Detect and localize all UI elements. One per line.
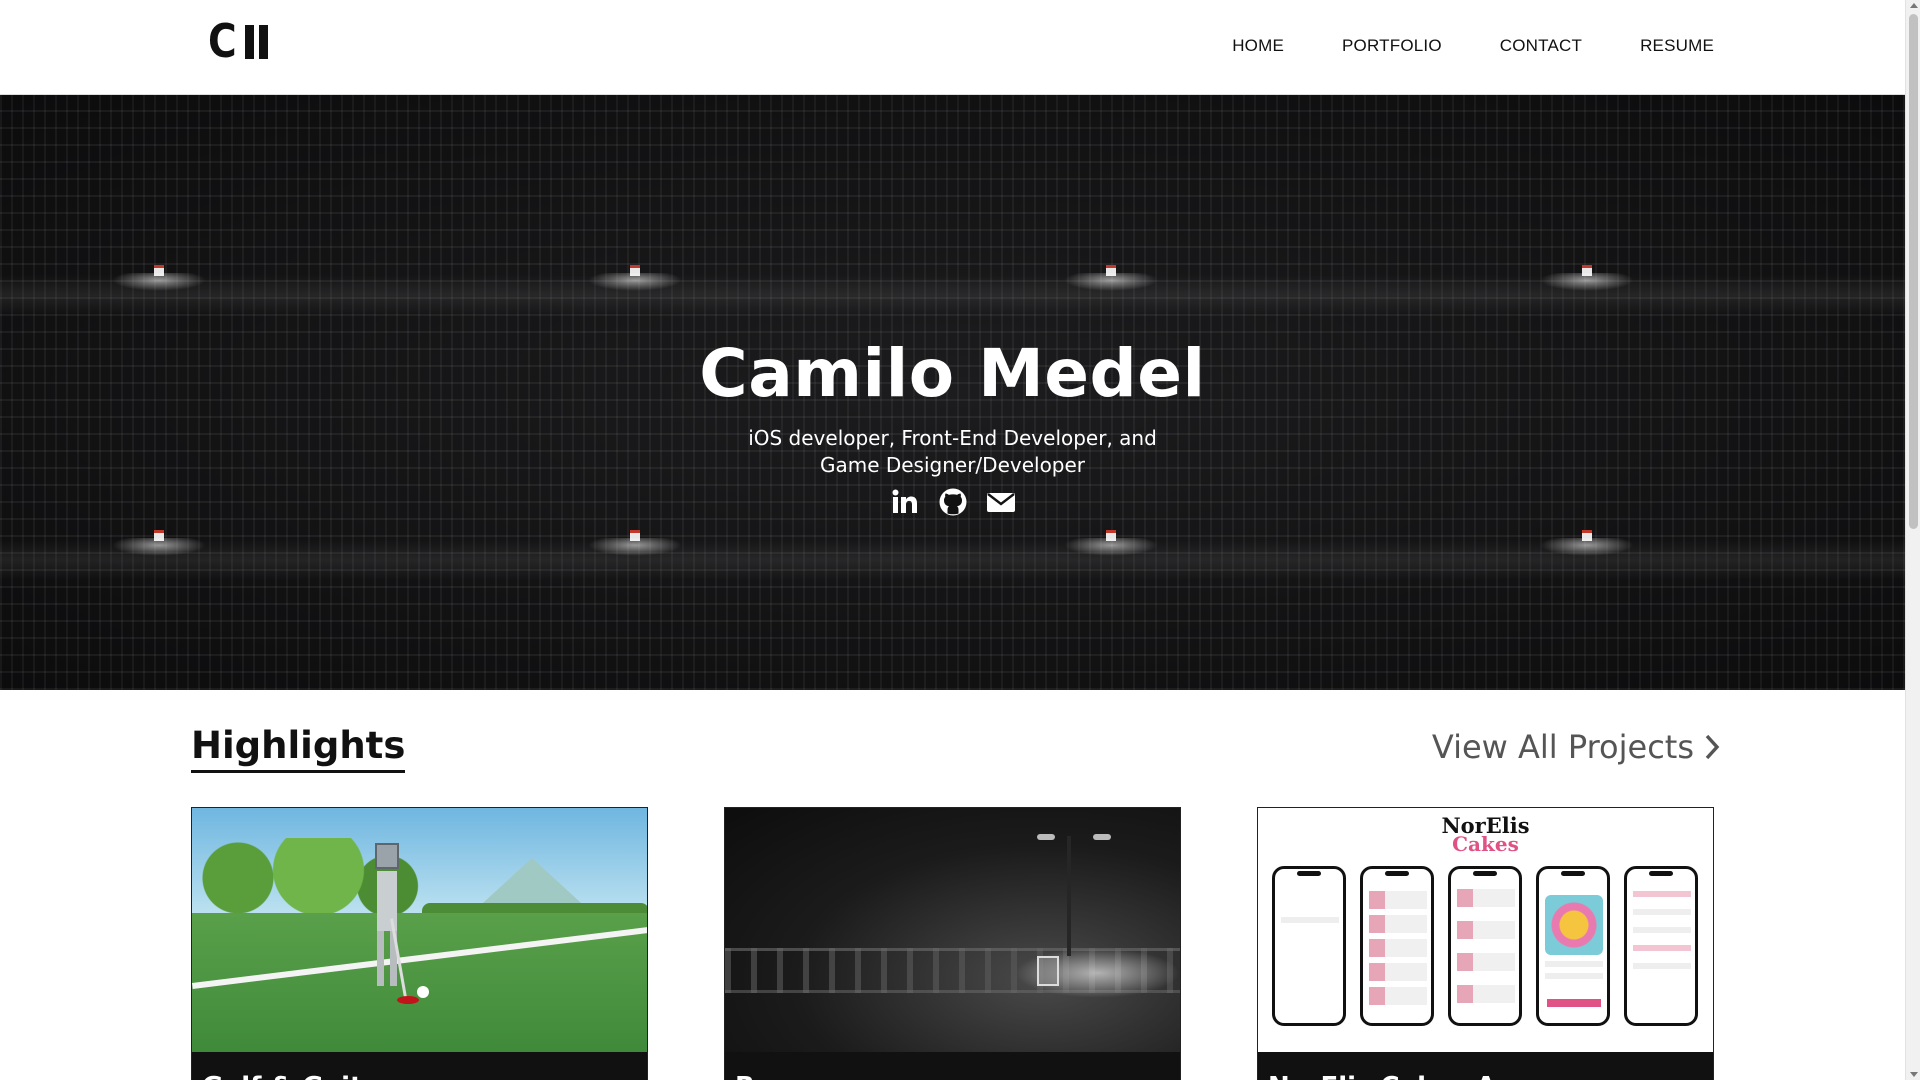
phone-mockup <box>1448 866 1522 1026</box>
project-card-golf[interactable]: Golf & Gait <box>191 807 648 1080</box>
phone-mockup <box>1360 866 1434 1026</box>
project-caption: Golf & Gait <box>192 1052 647 1080</box>
project-card-run[interactable]: Run <box>724 807 1181 1080</box>
cakes-logo-line2: Cakes <box>1452 832 1519 856</box>
view-all-label: View All Projects <box>1431 728 1694 766</box>
phone-mockup <box>1536 866 1610 1026</box>
nav-portfolio-link[interactable]: PORTFOLIO <box>1342 36 1442 56</box>
logo-bar-2 <box>258 25 268 59</box>
chevron-right-icon <box>1705 734 1720 760</box>
street-lamp <box>1064 265 1158 291</box>
linkedin-icon[interactable] <box>890 487 920 517</box>
street-lamp <box>112 265 206 291</box>
hero-banner: Camilo Medel iOS developer, Front-End De… <box>0 95 1905 690</box>
logo-letter: C <box>208 14 237 68</box>
street-lamp <box>112 530 206 556</box>
street-lamp <box>588 265 682 291</box>
logo-bar-1 <box>244 25 254 59</box>
nav-home-link[interactable]: HOME <box>1232 36 1284 56</box>
scroll-down-arrow-icon[interactable] <box>1910 1072 1918 1077</box>
street-lamp <box>1540 530 1634 556</box>
navbar: C HOME PORTFOLIO CONTACT RESUME <box>0 0 1905 95</box>
trash-can-icon <box>1037 956 1059 986</box>
project-caption: Run <box>725 1052 1180 1080</box>
street-lamp <box>1540 265 1634 291</box>
project-caption: NorElis Cakes App <box>1258 1052 1713 1080</box>
street-lamp <box>1064 530 1158 556</box>
project-card-norelis-cakes[interactable]: NorElis Cakes <box>1257 807 1714 1080</box>
site-logo[interactable]: C <box>208 18 268 64</box>
scroll-up-arrow-icon[interactable] <box>1910 3 1918 8</box>
project-thumbnail <box>192 808 647 1052</box>
phone-mockup <box>1624 866 1698 1026</box>
hero-title: Camilo Medel <box>699 335 1206 412</box>
view-all-projects-link[interactable]: View All Projects <box>1432 728 1720 766</box>
github-icon[interactable] <box>938 487 968 517</box>
page-scrollbar[interactable] <box>1905 0 1920 1080</box>
hero-subtitle: iOS developer, Front-End Developer, and … <box>748 426 1157 477</box>
social-links <box>0 487 1905 517</box>
phone-mockup <box>1272 866 1346 1026</box>
main-nav: HOME PORTFOLIO CONTACT RESUME <box>1232 36 1714 56</box>
project-title: Run <box>735 1072 792 1080</box>
envelope-icon[interactable] <box>986 487 1016 517</box>
nav-resume-link[interactable]: RESUME <box>1640 36 1714 56</box>
project-title: Golf & Gait <box>202 1072 362 1080</box>
street-lamp <box>588 530 682 556</box>
project-title: NorElis Cakes App <box>1268 1072 1533 1080</box>
project-thumbnail <box>725 808 1180 1052</box>
project-thumbnail: NorElis Cakes <box>1258 808 1713 1052</box>
scrollbar-thumb[interactable] <box>1909 14 1918 529</box>
highlights-heading: Highlights <box>191 724 406 773</box>
nav-contact-link[interactable]: CONTACT <box>1500 36 1582 56</box>
